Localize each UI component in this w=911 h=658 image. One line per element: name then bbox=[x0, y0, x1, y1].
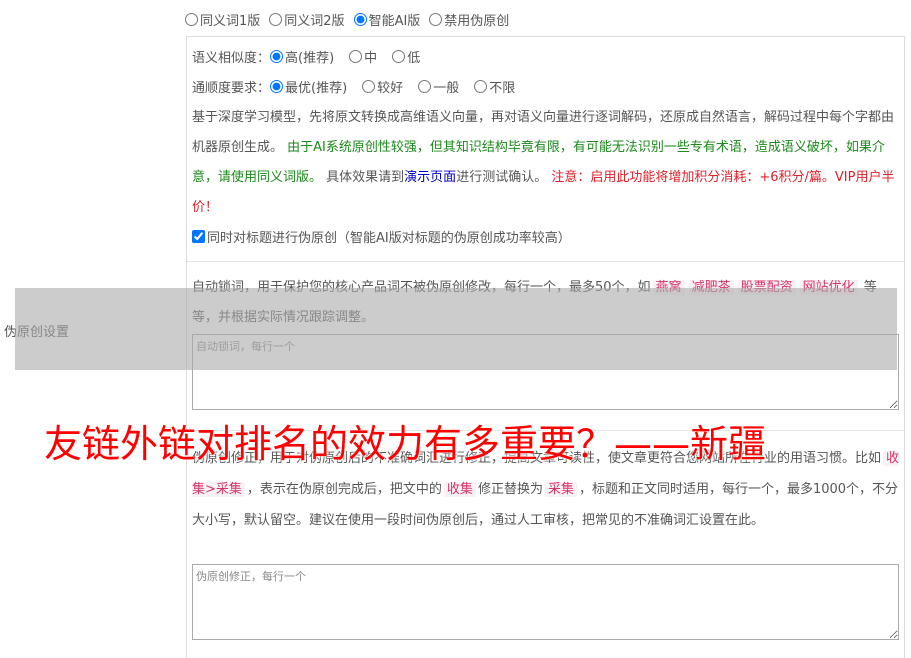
ai-description: 基于深度学习模型，先将原文转换成高维语义向量，再对语义向量进行逐词解码，还原成自… bbox=[192, 103, 900, 223]
similarity-radio-high[interactable] bbox=[270, 49, 284, 63]
mode-radio-smart-ai[interactable] bbox=[353, 12, 367, 26]
mode-radio-group: 同义词1版 同义词2版 智能AI版 禁用伪原创 bbox=[185, 10, 518, 29]
mode-option-synonym-v1[interactable]: 同义词1版 bbox=[185, 10, 260, 29]
fluency-row: 通顺度要求： 最优(推荐) 较好 一般 不限 bbox=[192, 77, 524, 96]
headline-watermark: 友链外链对排名的效力有多重要？——新疆 bbox=[44, 422, 767, 466]
fluency-radio-best[interactable] bbox=[270, 79, 284, 93]
fluency-option-unlimited[interactable]: 不限 bbox=[474, 77, 515, 96]
title-rewrite-option[interactable]: 同时对标题进行伪原创（智能AI版对标题的伪原创成功率较高） bbox=[192, 227, 571, 246]
mode-option-synonym-v2[interactable]: 同义词2版 bbox=[269, 10, 345, 29]
similarity-option-low[interactable]: 低 bbox=[392, 47, 420, 66]
similarity-option-medium[interactable]: 中 bbox=[349, 47, 377, 66]
mode-option-disable[interactable]: 禁用伪原创 bbox=[429, 10, 509, 29]
fluency-radio-unlimited[interactable] bbox=[474, 79, 488, 93]
mode-radio-disable[interactable] bbox=[429, 12, 443, 26]
overlay-band bbox=[15, 288, 897, 370]
fluency-option-good[interactable]: 较好 bbox=[362, 77, 403, 96]
fluency-radio-good[interactable] bbox=[362, 79, 376, 93]
fluency-label: 通顺度要求： bbox=[192, 80, 271, 96]
fluency-radio-normal[interactable] bbox=[418, 79, 432, 93]
fluency-option-best[interactable]: 最优(推荐) bbox=[270, 77, 347, 96]
similarity-option-high[interactable]: 高(推荐) bbox=[270, 47, 334, 66]
mode-option-smart-ai[interactable]: 智能AI版 bbox=[353, 10, 420, 29]
section-divider bbox=[187, 261, 904, 262]
demo-page-link[interactable]: 演示页面 bbox=[404, 170, 456, 185]
title-rewrite-label: 同时对标题进行伪原创（智能AI版对标题的伪原创成功率较高） bbox=[207, 230, 571, 246]
similarity-radio-medium[interactable] bbox=[349, 49, 363, 63]
fluency-option-normal[interactable]: 一般 bbox=[418, 77, 459, 96]
effect-suffix-text: 进行测试确认。 bbox=[456, 170, 548, 185]
correction-example-from: 收集 bbox=[443, 482, 476, 497]
similarity-label: 语义相似度： bbox=[192, 50, 271, 66]
mode-radio-synonym-v2[interactable] bbox=[269, 12, 283, 26]
correction-textarea[interactable] bbox=[192, 564, 899, 640]
correction-example-to: 采集 bbox=[544, 482, 577, 497]
similarity-radio-low[interactable] bbox=[392, 49, 406, 63]
effect-prefix-text: 具体效果请到 bbox=[326, 170, 405, 185]
similarity-row: 语义相似度： 高(推荐) 中 低 bbox=[192, 47, 429, 66]
title-rewrite-checkbox[interactable] bbox=[192, 229, 205, 243]
mode-radio-synonym-v1[interactable] bbox=[185, 12, 198, 26]
